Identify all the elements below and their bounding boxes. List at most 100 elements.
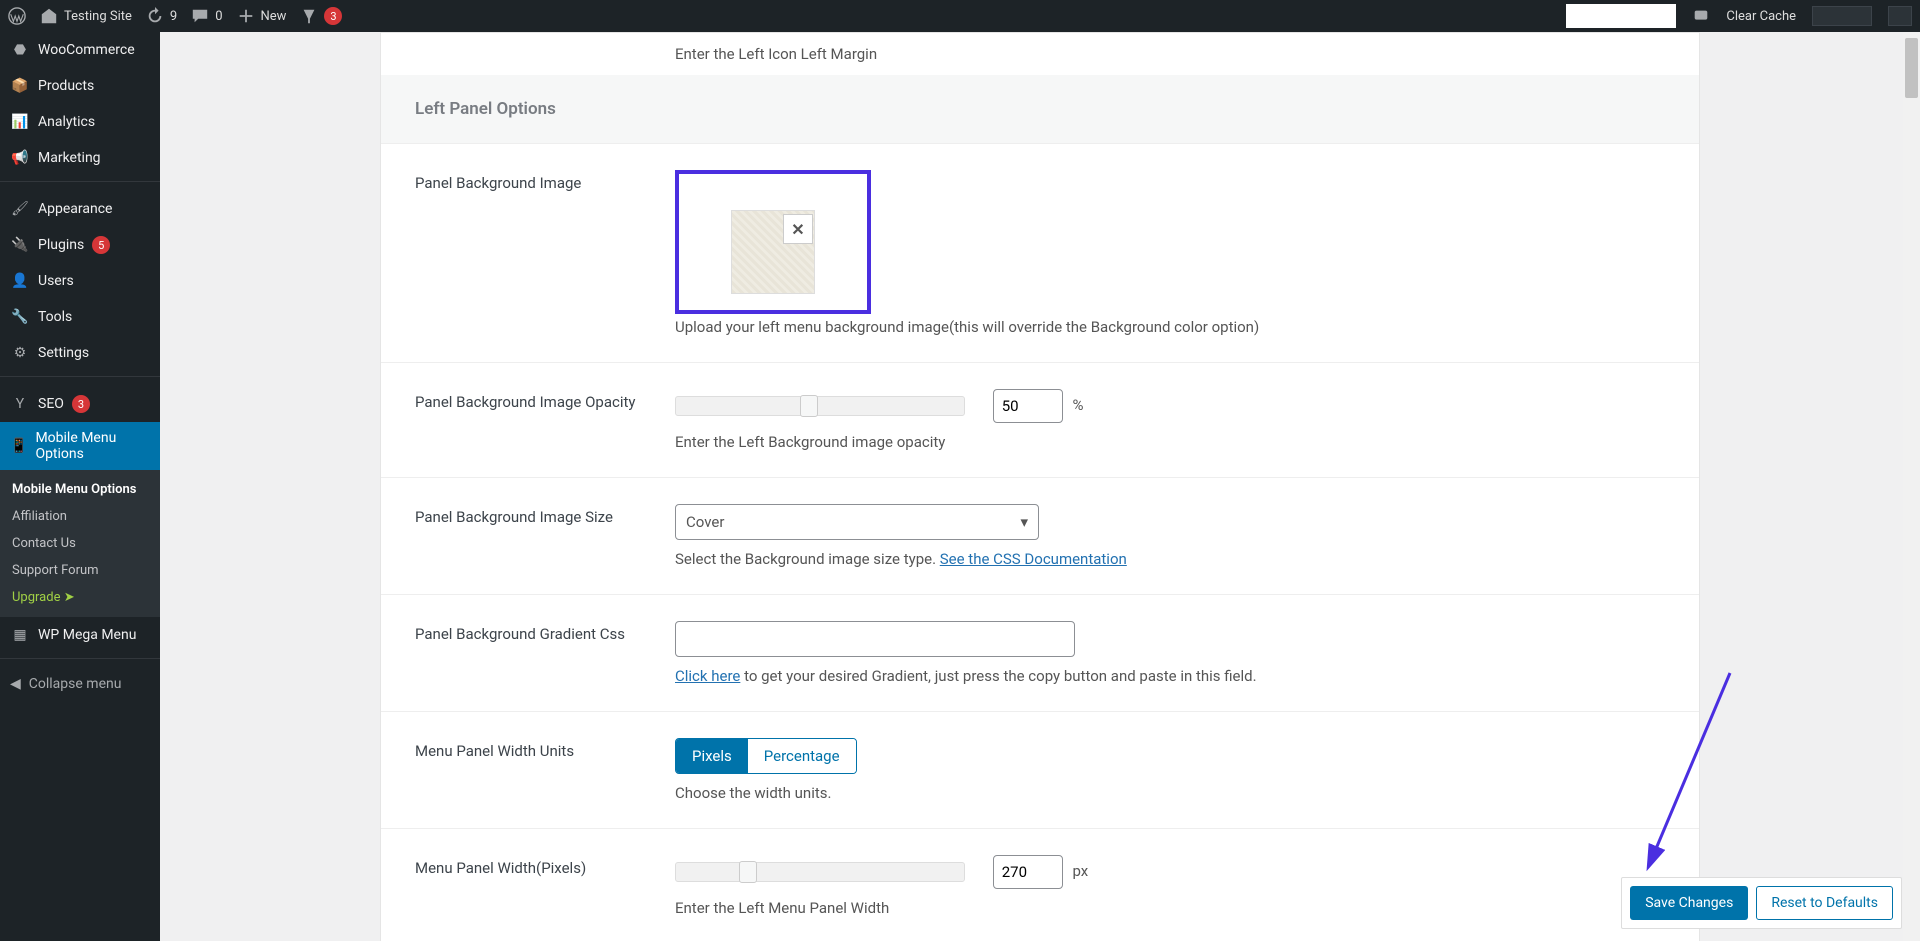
left-icon-help: Enter the Left Icon Left Margin (675, 45, 1665, 63)
mega-menu-icon: ▦ (10, 625, 30, 645)
help-width: Enter the Left Menu Panel Width (675, 899, 1665, 917)
label-opacity: Panel Background Image Opacity (415, 389, 675, 451)
size-selected: Cover (686, 513, 724, 531)
opacity-slider-handle[interactable] (800, 395, 818, 417)
bg-image-remove[interactable]: ✕ (783, 214, 813, 244)
width-slider-handle[interactable] (739, 861, 757, 883)
label-width: Menu Panel Width(Pixels) (415, 855, 675, 917)
width-input[interactable] (993, 855, 1063, 889)
collapse-icon: ◀ (10, 676, 21, 692)
collapse-menu[interactable]: ◀Collapse menu (0, 668, 160, 700)
mobile-icon: 📱 (10, 436, 27, 456)
width-units-percentage[interactable]: Percentage (748, 739, 856, 773)
site-link[interactable]: Testing Site (40, 7, 132, 25)
admin-bar-box-2 (1888, 6, 1912, 26)
sidebar-item-users[interactable]: 👤Users (0, 263, 160, 299)
sidebar-submenu: Mobile Menu Options Affiliation Contact … (0, 470, 160, 617)
seo-icon: Y (10, 394, 30, 414)
field-panel-bg-image: Panel Background Image ✕ Upload your lef… (381, 144, 1699, 363)
comments-link[interactable]: 0 (191, 7, 222, 25)
options-panel: Enter the Left Icon Left Margin Left Pan… (380, 32, 1700, 941)
label-gradient: Panel Background Gradient Css (415, 621, 675, 685)
sidebar-item-appearance[interactable]: 🖌Appearance (0, 191, 160, 227)
admin-bar-box-1 (1812, 6, 1872, 26)
sidebar-item-seo[interactable]: YSEO3 (0, 386, 160, 422)
sidebar-item-marketing[interactable]: 📢Marketing (0, 140, 160, 176)
help-bg-image: Upload your left menu background image(t… (675, 318, 1665, 336)
comments-count: 0 (215, 9, 222, 24)
woocommerce-icon: ⬣ (10, 40, 30, 60)
sidebar-separator (0, 181, 160, 186)
analytics-icon: 📊 (10, 112, 30, 132)
sidebar-item-woocommerce[interactable]: ⬣WooCommerce (0, 32, 160, 68)
field-width-units: Menu Panel Width Units Pixels Percentage… (381, 712, 1699, 829)
site-name: Testing Site (64, 9, 132, 24)
help-gradient: Click here to get your desired Gradient,… (675, 667, 1665, 685)
seo-count: 3 (72, 395, 90, 413)
products-icon: 📦 (10, 76, 30, 96)
yoast-link[interactable]: 3 (300, 7, 342, 25)
speech-icon[interactable] (1692, 7, 1710, 25)
vertical-scrollbar[interactable] (1903, 32, 1920, 941)
sidebar-item-tools[interactable]: 🔧Tools (0, 299, 160, 335)
submenu-options[interactable]: Mobile Menu Options (0, 476, 160, 503)
opacity-unit: % (1072, 396, 1083, 414)
content-area: Enter the Left Icon Left Margin Left Pan… (160, 32, 1920, 941)
section-left-panel-options: Left Panel Options (381, 75, 1699, 144)
marketing-icon: 📢 (10, 148, 30, 168)
sidebar-item-wp-mega-menu[interactable]: ▦WP Mega Menu (0, 617, 160, 653)
bg-image-upload[interactable]: ✕ (675, 170, 871, 314)
new-label: New (261, 9, 287, 24)
sidebar-item-analytics[interactable]: 📊Analytics (0, 104, 160, 140)
field-panel-width: Menu Panel Width(Pixels) px Enter the Le… (381, 829, 1699, 941)
admin-bar: Testing Site 9 0 New 3 Clear Cache (0, 0, 1920, 32)
submenu-upgrade[interactable]: Upgrade ➤ (0, 584, 160, 611)
wp-logo[interactable] (8, 7, 26, 25)
sidebar-separator (0, 658, 160, 663)
width-unit: px (1072, 862, 1088, 880)
reset-button[interactable]: Reset to Defaults (1756, 886, 1893, 920)
updates-count: 9 (170, 9, 177, 24)
size-doc-link[interactable]: See the CSS Documentation (940, 550, 1127, 568)
width-units-toggle: Pixels Percentage (675, 738, 857, 774)
sidebar-item-mobile-menu[interactable]: 📱Mobile Menu Options (0, 422, 160, 470)
label-bg-image: Panel Background Image (415, 170, 675, 336)
scrollbar-thumb[interactable] (1905, 38, 1918, 98)
sidebar-item-products[interactable]: 📦Products (0, 68, 160, 104)
footer-actions: Save Changes Reset to Defaults (1621, 877, 1902, 929)
help-opacity: Enter the Left Background image opacity (675, 433, 1665, 451)
label-width-units: Menu Panel Width Units (415, 738, 675, 802)
opacity-input[interactable] (993, 389, 1063, 423)
new-link[interactable]: New (237, 7, 287, 25)
chevron-down-icon: ▾ (1020, 513, 1028, 531)
width-units-pixels[interactable]: Pixels (676, 739, 748, 773)
opacity-slider[interactable] (675, 396, 965, 416)
gradient-link[interactable]: Click here (675, 667, 740, 685)
submenu-affiliation[interactable]: Affiliation (0, 503, 160, 530)
field-left-icon-margin-tail: Enter the Left Icon Left Margin (381, 33, 1699, 75)
appearance-icon: 🖌 (10, 199, 30, 219)
settings-icon: ⚙ (10, 343, 30, 363)
submenu-support[interactable]: Support Forum (0, 557, 160, 584)
sidebar-item-settings[interactable]: ⚙Settings (0, 335, 160, 371)
plugins-count: 5 (92, 236, 110, 254)
help-width-units: Choose the width units. (675, 784, 1665, 802)
size-select[interactable]: Cover ▾ (675, 504, 1039, 540)
field-panel-bg-opacity: Panel Background Image Opacity % Enter t… (381, 363, 1699, 478)
save-button[interactable]: Save Changes (1630, 886, 1748, 920)
notification-badge: 3 (324, 7, 342, 25)
tools-icon: 🔧 (10, 307, 30, 327)
updates-link[interactable]: 9 (146, 7, 177, 25)
admin-bar-search-box[interactable] (1566, 4, 1676, 28)
gradient-input[interactable] (675, 621, 1075, 657)
label-size: Panel Background Image Size (415, 504, 675, 568)
field-panel-bg-size: Panel Background Image Size Cover ▾ Sele… (381, 478, 1699, 595)
admin-sidebar: ⬣WooCommerce 📦Products 📊Analytics 📢Marke… (0, 32, 160, 941)
width-slider[interactable] (675, 862, 965, 882)
submenu-contact[interactable]: Contact Us (0, 530, 160, 557)
users-icon: 👤 (10, 271, 30, 291)
sidebar-separator (0, 376, 160, 381)
clear-cache-link[interactable]: Clear Cache (1726, 9, 1796, 24)
sidebar-item-plugins[interactable]: 🔌Plugins5 (0, 227, 160, 263)
help-size: Select the Background image size type. S… (675, 550, 1665, 568)
